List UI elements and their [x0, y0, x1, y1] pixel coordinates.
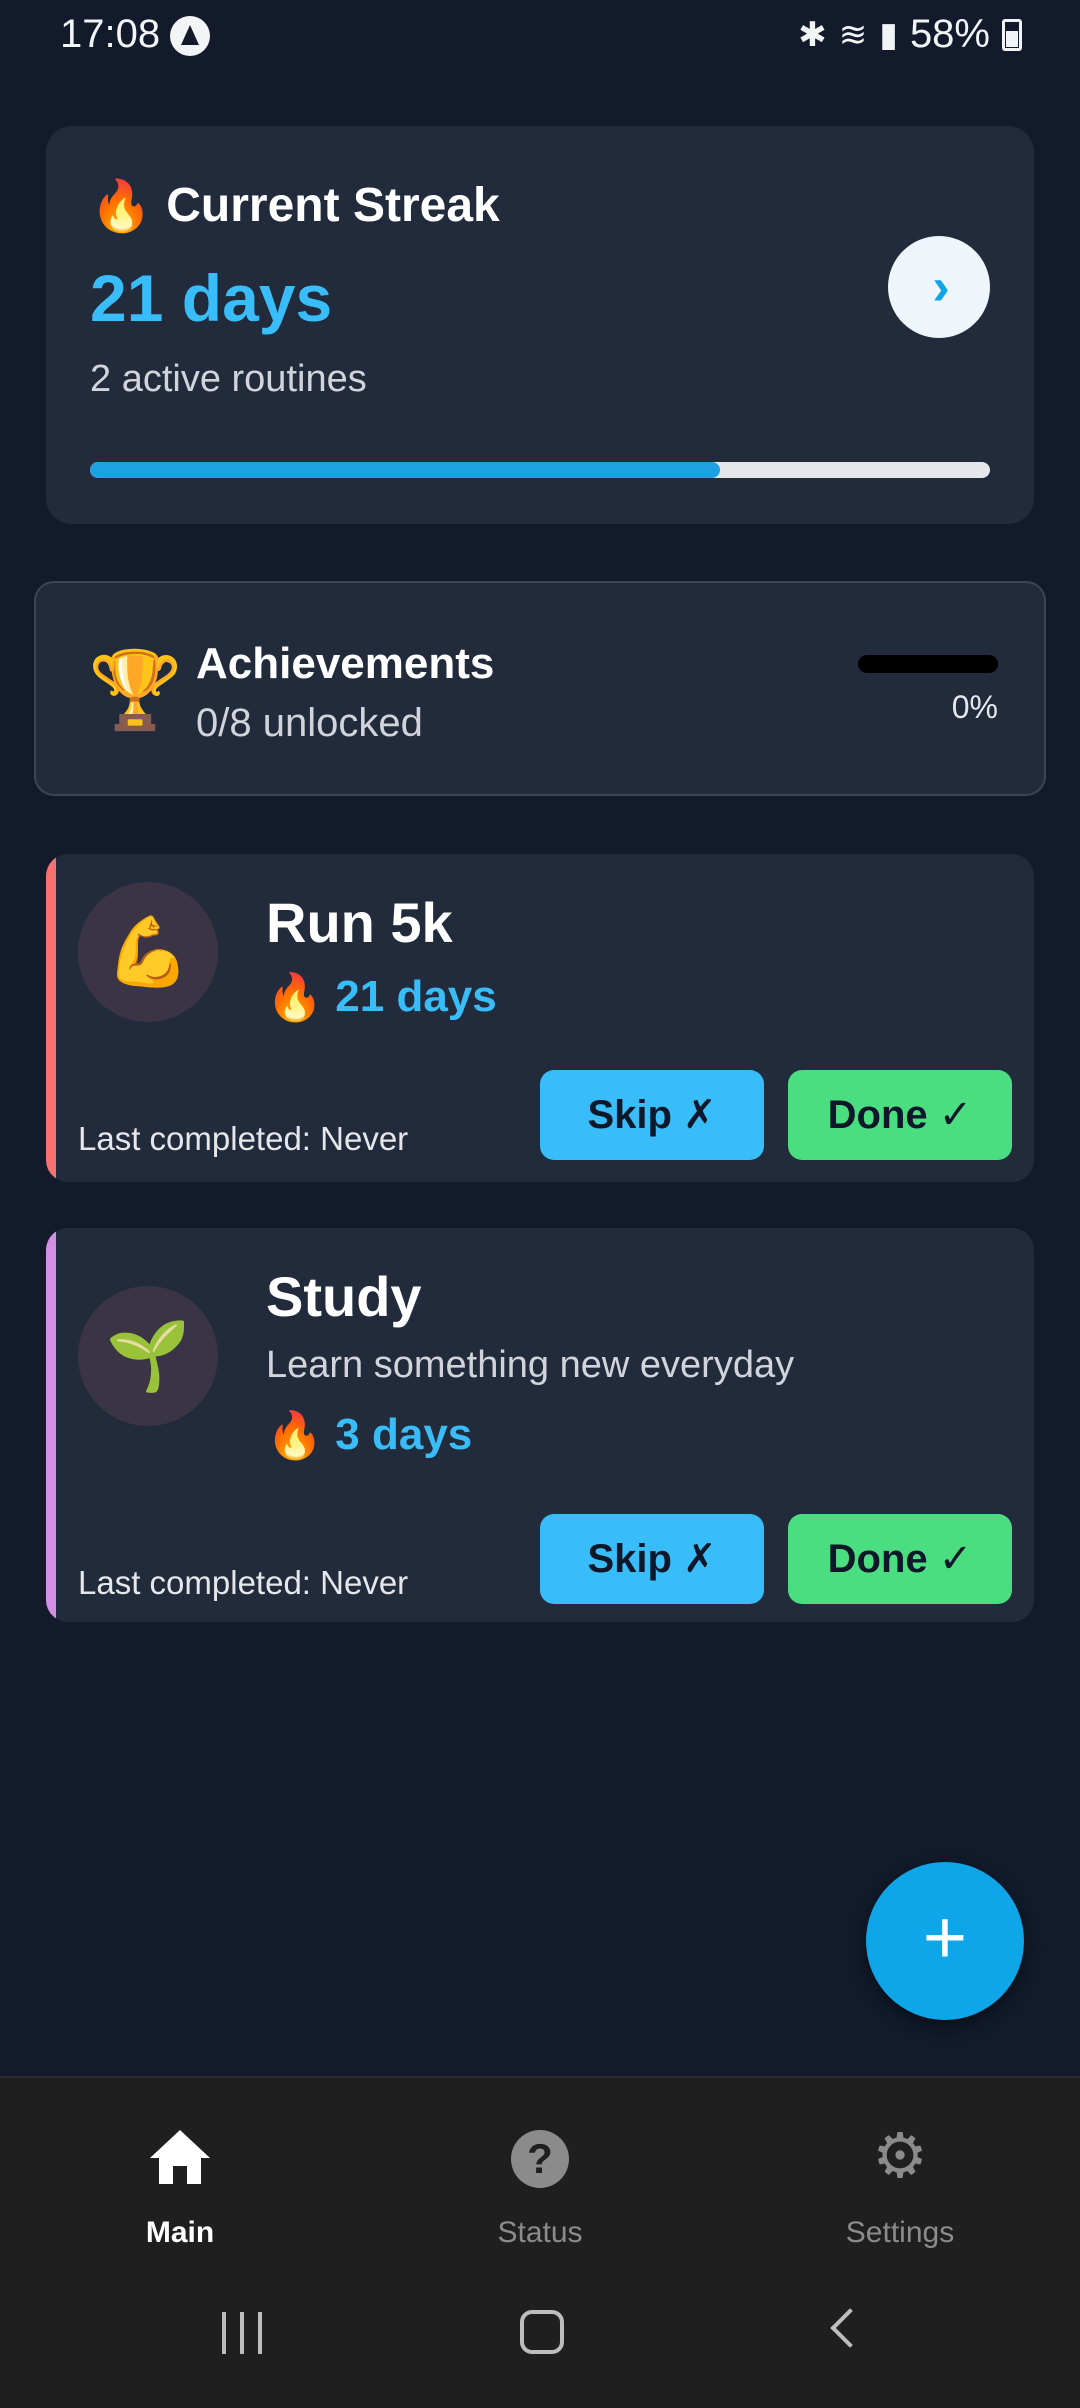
routine-streak: 🔥 21 days	[266, 972, 497, 1022]
nav-label-settings: Settings	[845, 2216, 955, 2249]
system-nav-bar	[0, 2266, 1080, 2408]
streak-card: 🔥 Current Streak 21 days 2 active routin…	[46, 126, 1034, 524]
skip-button[interactable]: Skip ✗	[540, 1514, 764, 1604]
status-icons: ✱ ≋ ▮ 58%	[798, 12, 1022, 57]
fire-icon: 🔥	[266, 971, 324, 1023]
streak-value: 21 days	[90, 261, 333, 335]
routine-accent-bar	[46, 854, 56, 1182]
status-bar: 17:08 ✱ ≋ ▮ 58%	[0, 0, 1080, 72]
nav-item-main[interactable]: Main	[0, 2078, 360, 2268]
add-routine-button[interactable]: +	[866, 1862, 1024, 2020]
back-button[interactable]	[830, 2308, 870, 2348]
achievements-subtitle: 0/8 unlocked	[196, 701, 423, 745]
done-button[interactable]: Done ✓	[788, 1514, 1012, 1604]
muscle-icon: 💪	[78, 882, 218, 1022]
trophy-icon: 🏆	[88, 648, 183, 733]
routine-description: Learn something new everyday	[266, 1344, 795, 1386]
routine-streak-value: 21 days	[335, 972, 497, 1021]
bluetooth-icon: ✱	[798, 15, 827, 54]
seedling-icon: 🌱	[78, 1286, 218, 1426]
routine-streak: 🔥 3 days	[266, 1410, 472, 1460]
achievements-progress-bar	[858, 655, 998, 673]
streak-title: Current Streak	[166, 179, 500, 232]
achievements-card[interactable]: 🏆 Achievements 0/8 unlocked 0%	[34, 581, 1046, 796]
plus-icon: +	[922, 1895, 968, 1980]
bottom-nav: Main ? Status ⚙ Settings	[0, 2076, 1080, 2266]
routine-streak-value: 3 days	[335, 1410, 473, 1459]
routine-last-completed: Last completed: Never	[78, 1120, 409, 1157]
achievements-percent: 0%	[951, 689, 998, 725]
streak-header: 🔥 Current Streak	[90, 178, 500, 233]
battery-icon	[1002, 18, 1022, 51]
signal-icon: ▮	[879, 15, 898, 54]
skip-button[interactable]: Skip ✗	[540, 1070, 764, 1160]
gear-icon: ⚙	[872, 2122, 928, 2191]
streak-progress-bar	[90, 462, 990, 478]
routine-accent-bar	[46, 1228, 56, 1622]
chevron-right-icon: ›	[932, 258, 950, 316]
home-icon	[150, 2130, 210, 2184]
streak-progress-fill	[90, 462, 720, 478]
routine-card-run-5k[interactable]: 💪 Run 5k 🔥 21 days Last completed: Never…	[46, 854, 1034, 1182]
fire-icon: 🔥	[90, 177, 153, 234]
nav-label-status: Status	[497, 2216, 583, 2249]
app-screen: 17:08 ✱ ≋ ▮ 58% 🔥 Current Streak 21 days…	[0, 0, 1080, 2408]
battery-percent: 58%	[909, 12, 990, 56]
wifi-icon: ≋	[838, 15, 868, 54]
status-time: 17:08	[60, 12, 161, 56]
nav-item-status[interactable]: ? Status	[360, 2078, 720, 2268]
routine-name: Run 5k	[266, 891, 453, 954]
routine-name: Study	[266, 1265, 422, 1328]
home-button[interactable]	[520, 2310, 564, 2354]
streak-details-button[interactable]: ›	[888, 236, 990, 338]
streak-subtitle: 2 active routines	[90, 358, 367, 400]
help-icon: ?	[511, 2130, 569, 2188]
fire-icon: 🔥	[266, 1409, 324, 1461]
recent-apps-button[interactable]	[222, 2312, 262, 2354]
done-button[interactable]: Done ✓	[788, 1070, 1012, 1160]
routine-last-completed: Last completed: Never	[78, 1564, 409, 1601]
app-notification-icon	[170, 16, 210, 56]
achievements-title: Achievements	[196, 639, 495, 688]
nav-item-settings[interactable]: ⚙ Settings	[720, 2078, 1080, 2268]
routine-card-study[interactable]: 🌱 Study Learn something new everyday 🔥 3…	[46, 1228, 1034, 1622]
nav-label-main: Main	[145, 2216, 215, 2249]
